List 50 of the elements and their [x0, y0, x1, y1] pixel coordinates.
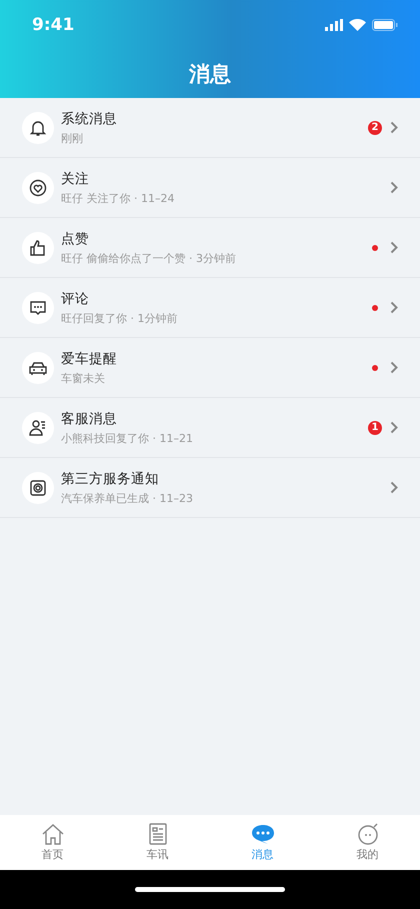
tab-item[interactable]: 首页	[0, 815, 105, 870]
message-preview: 汽车保养单已生成 · 11–23	[61, 490, 194, 506]
news-icon	[148, 823, 168, 845]
message-row[interactable]: 第三方服务通知 汽车保养单已生成 · 11–23	[0, 458, 420, 518]
message-title: 客服消息	[61, 410, 118, 428]
message-title: 第三方服务通知	[61, 470, 160, 488]
unread-count: 2	[368, 120, 382, 134]
chevron-right-icon	[390, 121, 398, 134]
unread-dot	[372, 244, 378, 250]
message-preview: 旺仔 偷偷给你点了一个赞 · 3分钟前	[61, 250, 237, 266]
message-row[interactable]: 点赞 旺仔 偷偷给你点了一个赞 · 3分钟前	[0, 218, 420, 278]
message-preview: 小熊科技回复了你 · 11–21	[61, 430, 194, 446]
person-icon	[29, 418, 47, 436]
message-row[interactable]: 系统消息 刚刚 2	[0, 98, 420, 158]
comment-icon	[29, 298, 47, 316]
battery-icon	[372, 19, 398, 31]
service-icon	[29, 478, 47, 496]
chevron-right-icon	[390, 301, 398, 314]
chevron-right-icon	[390, 481, 398, 494]
chevron-right-icon	[390, 361, 398, 374]
message-row[interactable]: 爱车提醒 车窗未关	[0, 338, 420, 398]
message-preview: 旺仔回复了你 · 1分钟前	[61, 310, 178, 326]
thumbs-up-icon	[29, 238, 47, 256]
face-icon	[356, 823, 378, 845]
unread-dot	[372, 304, 378, 310]
chevron-right-icon	[390, 181, 398, 194]
signal-icon	[325, 19, 343, 31]
message-preview: 车窗未关	[61, 370, 106, 386]
unread-dot	[372, 364, 378, 370]
chevron-right-icon	[390, 421, 398, 434]
message-title: 评论	[61, 290, 90, 308]
message-title: 关注	[61, 170, 90, 188]
message-row[interactable]: 客服消息 小熊科技回复了你 · 11–21 1	[0, 398, 420, 458]
tab-item[interactable]: 我的	[315, 815, 420, 870]
message-title: 系统消息	[61, 110, 118, 128]
unread-count: 1	[368, 420, 382, 434]
message-row[interactable]: 关注 旺仔 关注了你 · 11–24	[0, 158, 420, 218]
message-preview: 刚刚	[61, 130, 84, 146]
tab-item[interactable]: 车讯	[105, 815, 210, 870]
message-preview: 旺仔 关注了你 · 11–24	[61, 190, 176, 206]
status-time: 9:41	[32, 15, 74, 35]
chat-bubble-icon	[250, 823, 276, 845]
home-icon	[40, 823, 64, 845]
chevron-right-icon	[390, 241, 398, 254]
page-title: 消息	[189, 61, 231, 88]
message-row[interactable]: 评论 旺仔回复了你 · 1分钟前	[0, 278, 420, 338]
message-title: 爱车提醒	[61, 350, 118, 368]
message-title: 点赞	[61, 230, 90, 248]
bell-icon	[29, 118, 47, 136]
wifi-icon	[349, 19, 366, 31]
